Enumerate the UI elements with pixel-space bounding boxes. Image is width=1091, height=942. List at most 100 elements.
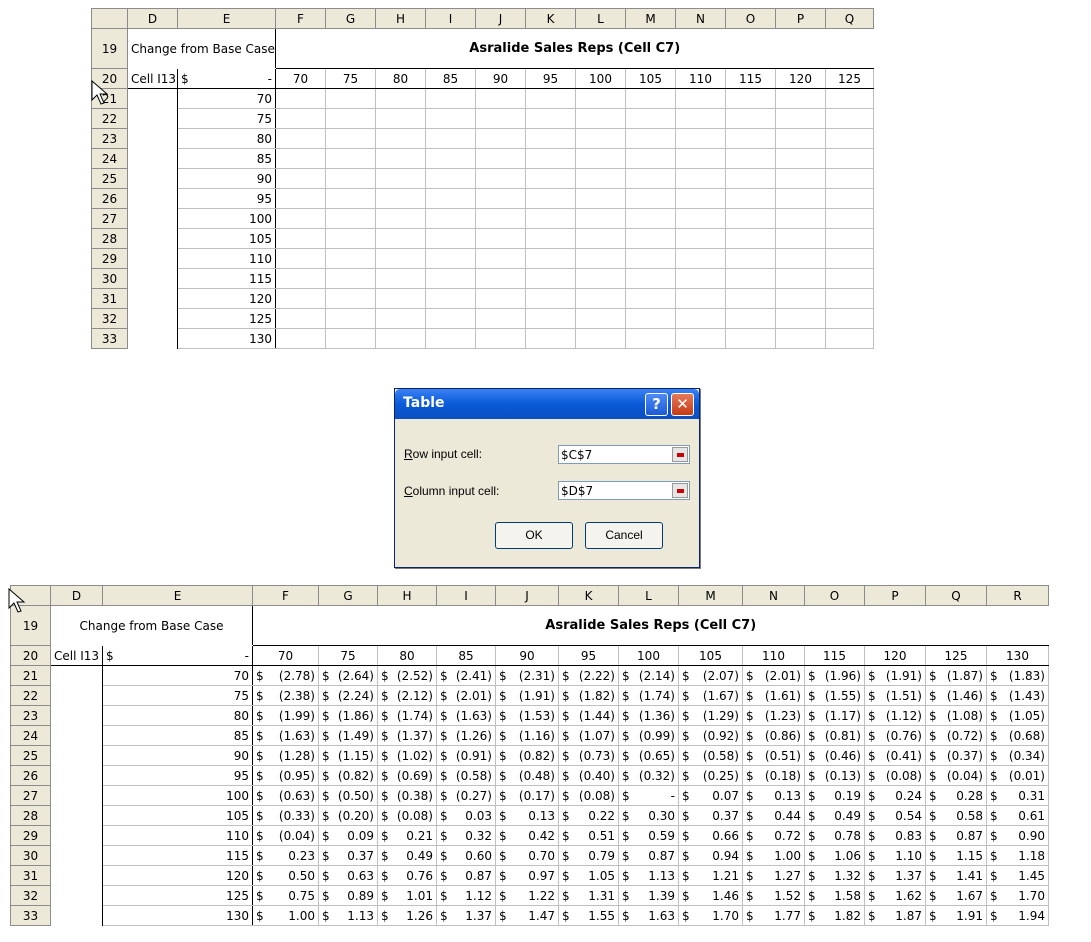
result-cell[interactable]: $1.06 <box>804 845 865 866</box>
result-cell[interactable]: $0.61 <box>986 805 1049 826</box>
result-cell[interactable]: $ (0.68) <box>986 725 1049 746</box>
result-cell[interactable] <box>575 228 626 249</box>
result-cell[interactable] <box>525 288 576 309</box>
result-cell[interactable] <box>625 308 676 329</box>
result-cell[interactable]: $0.94 <box>678 845 743 866</box>
result-cell[interactable] <box>425 268 476 289</box>
result-cell[interactable]: $0.37 <box>678 805 743 826</box>
result-cell[interactable]: $ (1.63) <box>252 725 319 746</box>
result-cell[interactable] <box>375 128 426 149</box>
row-header[interactable]: 21 <box>10 665 51 686</box>
result-cell[interactable]: $ (2.01) <box>742 665 805 686</box>
select-all-corner[interactable] <box>91 8 128 29</box>
column-header-F[interactable]: F <box>252 585 319 606</box>
column-header-F[interactable]: F <box>275 8 326 29</box>
result-cell[interactable]: $0.87 <box>436 865 496 886</box>
result-cell[interactable]: $0.30 <box>618 805 679 826</box>
result-cell[interactable]: $1.26 <box>377 905 437 926</box>
result-cell[interactable]: $ (1.07) <box>558 725 619 746</box>
column-input-value[interactable]: 105 <box>678 645 743 666</box>
result-cell[interactable]: $0.13 <box>495 805 559 826</box>
column-input-value[interactable]: 75 <box>325 68 376 89</box>
result-cell[interactable]: $ (0.72) <box>925 725 987 746</box>
result-cell[interactable] <box>425 148 476 169</box>
result-cell[interactable]: $0.44 <box>742 805 805 826</box>
result-cell[interactable] <box>675 288 726 309</box>
row-input-value[interactable]: 75 <box>102 685 253 706</box>
result-cell[interactable]: $ (0.65) <box>618 745 679 766</box>
result-cell[interactable]: $ (0.95) <box>252 765 319 786</box>
result-cell[interactable] <box>425 128 476 149</box>
result-cell[interactable] <box>475 128 526 149</box>
result-cell[interactable] <box>575 108 626 129</box>
result-cell[interactable]: $ (0.51) <box>742 745 805 766</box>
result-cell[interactable] <box>375 248 426 269</box>
result-cell[interactable]: $ (0.92) <box>678 725 743 746</box>
result-cell[interactable] <box>275 268 326 289</box>
result-cell[interactable]: $ (0.40) <box>558 765 619 786</box>
result-cell[interactable] <box>675 268 726 289</box>
result-cell[interactable] <box>725 148 776 169</box>
result-cell[interactable] <box>475 228 526 249</box>
result-cell[interactable]: $0.89 <box>318 885 378 906</box>
column-header-G[interactable]: G <box>325 8 376 29</box>
result-cell[interactable]: $1.37 <box>436 905 496 926</box>
result-cell[interactable] <box>825 88 874 109</box>
column-header-J[interactable]: J <box>495 585 559 606</box>
cancel-button[interactable]: Cancel <box>585 522 663 549</box>
result-cell[interactable]: $1.58 <box>804 885 865 906</box>
result-cell[interactable] <box>675 248 726 269</box>
result-cell[interactable]: $1.31 <box>558 885 619 906</box>
result-cell[interactable] <box>725 308 776 329</box>
row-header[interactable]: 25 <box>91 168 128 189</box>
result-cell[interactable] <box>775 208 826 229</box>
row-header[interactable]: 24 <box>91 148 128 169</box>
row-input-value[interactable]: 100 <box>102 785 253 806</box>
result-cell[interactable]: $1.46 <box>678 885 743 906</box>
result-cell[interactable]: $0.49 <box>804 805 865 826</box>
column-input-value[interactable]: 70 <box>252 645 319 666</box>
result-cell[interactable]: $1.94 <box>986 905 1049 926</box>
result-cell[interactable]: $1.00 <box>742 845 805 866</box>
result-cell[interactable] <box>825 328 874 349</box>
result-cell[interactable] <box>575 128 626 149</box>
row-header[interactable]: 28 <box>91 228 128 249</box>
row-input-value[interactable]: 115 <box>177 268 276 289</box>
result-cell[interactable] <box>275 288 326 309</box>
column-header-E[interactable]: E <box>177 8 276 29</box>
result-cell[interactable]: $ (0.18) <box>742 765 805 786</box>
result-cell[interactable]: $ (0.01) <box>986 765 1049 786</box>
result-cell[interactable]: $1.70 <box>986 885 1049 906</box>
result-cell[interactable] <box>325 308 376 329</box>
result-cell[interactable]: $ (1.99) <box>252 705 319 726</box>
result-cell[interactable] <box>275 88 326 109</box>
result-cell[interactable]: $1.05 <box>558 865 619 886</box>
column-header-K[interactable]: K <box>525 8 576 29</box>
result-cell[interactable]: $ (1.83) <box>986 665 1049 686</box>
result-cell[interactable] <box>375 108 426 129</box>
row-header[interactable]: 32 <box>10 885 51 906</box>
result-cell[interactable]: $1.45 <box>986 865 1049 886</box>
result-cell[interactable] <box>525 148 576 169</box>
result-cell[interactable] <box>375 188 426 209</box>
result-cell[interactable]: $ (1.02) <box>377 745 437 766</box>
result-cell[interactable]: $ (0.33) <box>252 805 319 826</box>
result-cell[interactable] <box>375 228 426 249</box>
result-cell[interactable] <box>625 88 676 109</box>
result-cell[interactable]: $ (1.36) <box>618 705 679 726</box>
column-header-L[interactable]: L <box>618 585 679 606</box>
result-cell[interactable] <box>625 168 676 189</box>
row-header[interactable]: 22 <box>10 685 51 706</box>
result-cell[interactable] <box>425 88 476 109</box>
result-cell[interactable] <box>575 308 626 329</box>
row-header[interactable]: 33 <box>91 328 128 349</box>
result-cell[interactable]: $ (0.58) <box>436 765 496 786</box>
result-cell[interactable] <box>825 148 874 169</box>
result-cell[interactable]: $1.82 <box>804 905 865 926</box>
result-cell[interactable] <box>575 288 626 309</box>
result-cell[interactable] <box>275 328 326 349</box>
row-input-value[interactable]: 130 <box>177 328 276 349</box>
result-cell[interactable]: $ (0.63) <box>252 785 319 806</box>
result-cell[interactable] <box>725 228 776 249</box>
result-cell[interactable] <box>725 108 776 129</box>
